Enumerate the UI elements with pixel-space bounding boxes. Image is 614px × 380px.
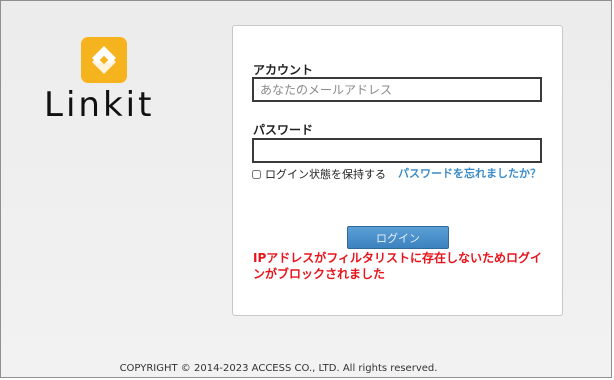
- account-input[interactable]: [252, 77, 542, 102]
- linkit-logo-icon: [81, 37, 127, 83]
- brand-name: Linkit: [44, 85, 155, 125]
- login-page: Linkit アカウント パスワード ログイン状態を保持する パスワードを忘れま…: [0, 0, 612, 378]
- remember-me[interactable]: ログイン状態を保持する: [252, 166, 386, 182]
- password-label: パスワード: [253, 123, 314, 137]
- forgot-password-link[interactable]: パスワードを忘れましたか？: [398, 165, 541, 181]
- remember-checkbox[interactable]: [252, 169, 261, 179]
- brand-logo: Linkit: [44, 33, 174, 133]
- account-label: アカウント: [253, 63, 314, 77]
- login-button[interactable]: ログイン: [347, 226, 449, 249]
- password-input[interactable]: [252, 138, 542, 163]
- copyright-text: COPYRIGHT © 2014-2023 ACCESS CO., LTD. A…: [119, 363, 438, 374]
- login-panel: アカウント パスワード ログイン状態を保持する パスワードを忘れましたか？ ログ…: [232, 25, 563, 316]
- error-message: IPアドレスがフィルタリストに存在しないためログインがブロックされました: [253, 251, 543, 281]
- remember-label: ログイン状態を保持する: [265, 168, 386, 181]
